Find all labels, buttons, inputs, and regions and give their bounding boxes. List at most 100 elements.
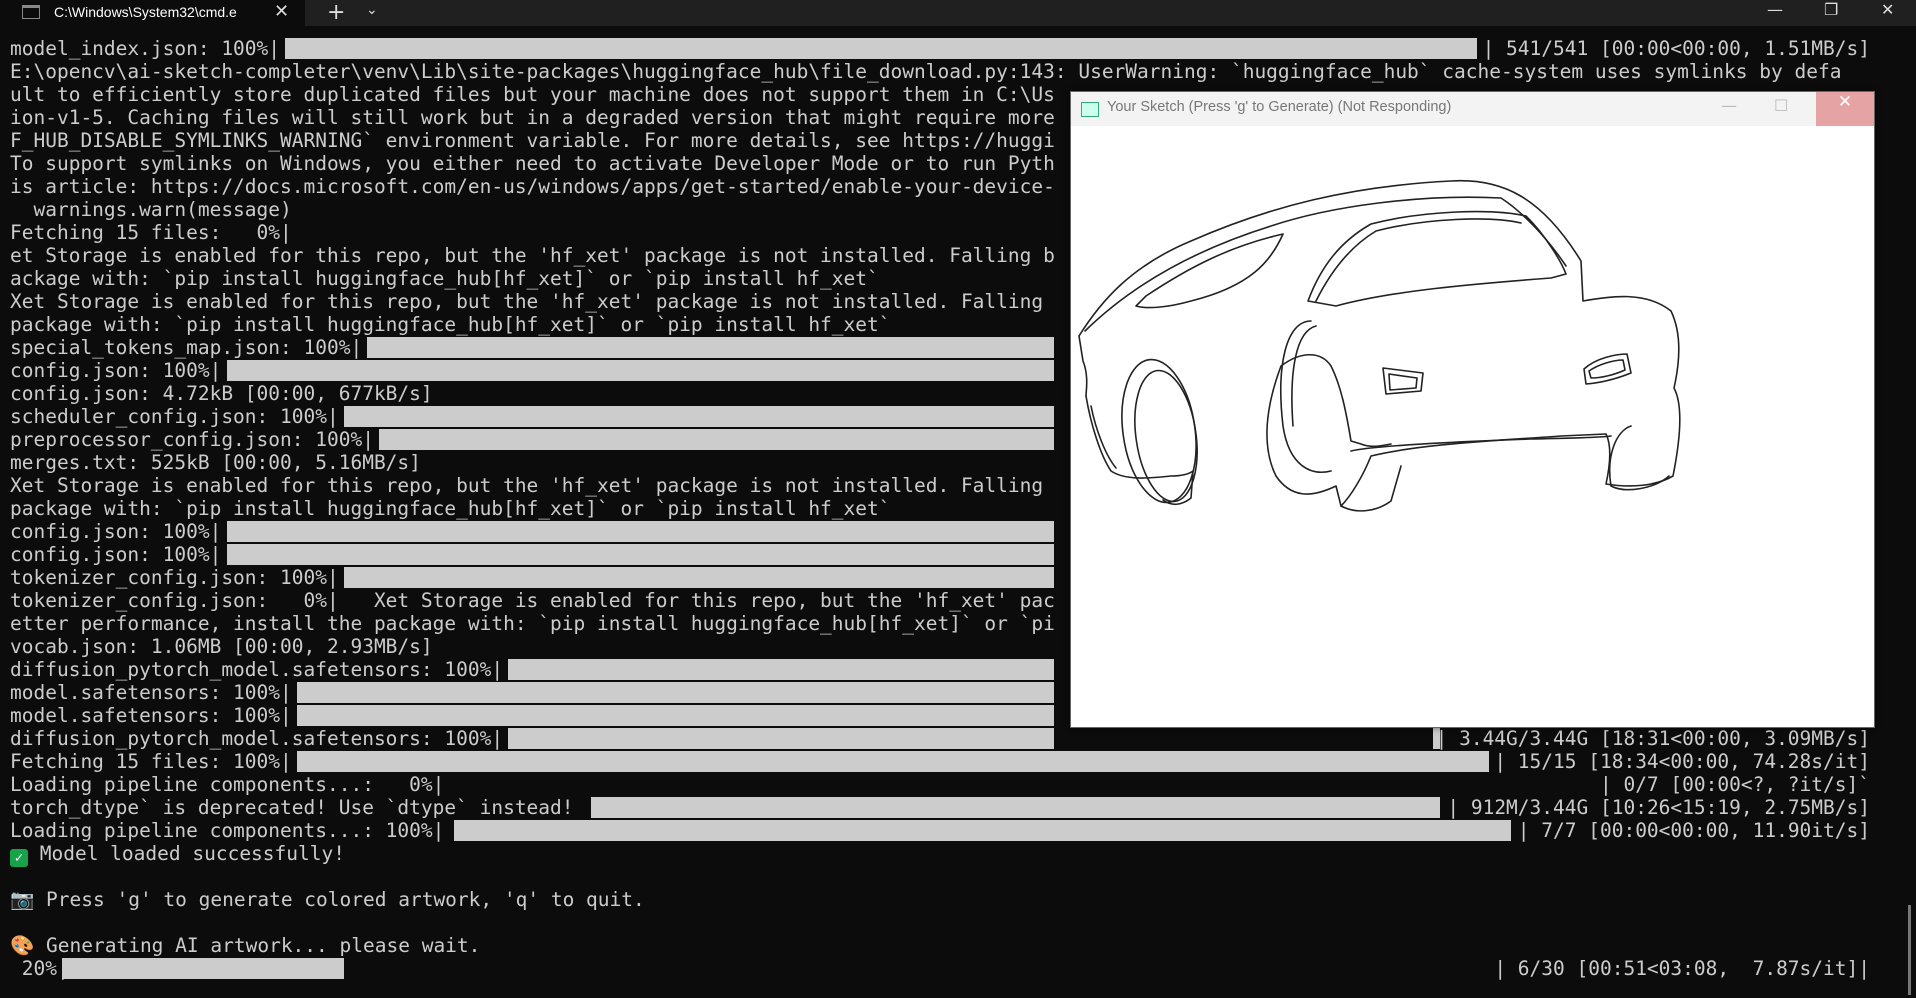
terminal-line-text: Xet Storage is enabled for this repo, bu… (10, 290, 1055, 313)
progress-stats: | 0/7 [00:00<?, ?it/s]` (1599, 773, 1870, 796)
terminal-line-text: F_HUB_DISABLE_SYMLINKS_WARNING` environm… (10, 129, 1055, 152)
terminal-line-text: ion-v1-5. Caching files will still work … (10, 106, 1055, 129)
progress-bar (285, 38, 1478, 59)
car-side-window (1307, 210, 1567, 307)
terminal-line-text: Xet Storage is enabled for this repo, bu… (10, 474, 1055, 497)
progress-stats: | 6/30 [00:51<03:08, 7.87s/it]| (1494, 957, 1870, 980)
sketch-maximize-button[interactable]: ☐ (1774, 96, 1788, 115)
terminal-line-text: config.json: 100%| (10, 520, 222, 543)
terminal-line: 🎨 Generating AI artwork... please wait. (10, 934, 1910, 957)
terminal-line-text: tokenizer_config.json: 0%| Xet Storage i… (10, 589, 1055, 612)
progress-stats: | 7/7 [00:00<00:00, 11.90it/s] (1517, 819, 1870, 842)
progress-bar (297, 705, 1054, 726)
progress-bar (297, 751, 1490, 772)
sketch-canvas[interactable] (1071, 126, 1874, 726)
terminal-line-text: Loading pipeline components...: 0%| (10, 773, 445, 796)
new-tab-button[interactable]: + (327, 0, 345, 25)
terminal-line-text: Fetching 15 files: 0%| (10, 221, 292, 244)
progress-bar (758, 797, 1441, 818)
progress-bar (226, 544, 1054, 565)
scrollbar-thumb[interactable] (1908, 905, 1911, 995)
progress-bar (590, 797, 759, 818)
progress-bar (62, 958, 345, 979)
car-rear-wheel (1280, 320, 1332, 473)
terminal-line-text: E:\opencv\ai-sketch-completer\venv\Lib\s… (10, 60, 1842, 83)
sketch-window-title: Your Sketch (Press 'g' to Generate) (Not… (1107, 99, 1452, 115)
terminal-line-text: To support symlinks on Windows, you eith… (10, 152, 1055, 175)
progress-stats: | 15/15 [18:34<00:00, 74.28s/it] (1494, 750, 1870, 773)
progress-bar (344, 406, 1054, 427)
terminal-line: model_index.json: 100%| | 541/541 [00:00<… (10, 37, 1910, 60)
terminal-line-text: config.json: 100%| (10, 359, 222, 382)
terminal-line: Loading pipeline components...: 100%| | 7… (10, 819, 1910, 842)
terminal-line-text: model.safetensors: 100%| (10, 681, 292, 704)
progress-bar (344, 567, 1054, 588)
cmd-icon (22, 5, 40, 19)
terminal-line: torch_dtype` is deprecated! Use `dtype` … (10, 796, 1910, 819)
chevron-down-icon[interactable]: ⌄ (366, 2, 378, 18)
progress-bar (367, 337, 1054, 358)
car-front-window (1135, 233, 1284, 309)
terminal-line: diffusion_pytorch_model.safetensors: 100… (10, 727, 1910, 750)
minimize-button[interactable]: — (1767, 0, 1783, 19)
camera-icon: 📷 (10, 888, 35, 911)
terminal-line-text: config.json: 4.72kB [00:00, 677kB/s] (10, 382, 433, 405)
car-left-wheel-lines (1085, 395, 1194, 479)
window-titlebar: C:\Windows\System32\cmd.e ✕ + ⌄ — ❐ ✕ (0, 0, 1916, 26)
progress-stats: | 912M/3.44G [10:26<15:19, 2.75MB/s] (1447, 796, 1870, 819)
sketch-close-button[interactable]: ✕ (1816, 92, 1874, 126)
terminal-line-text: 20%| (10, 957, 69, 980)
terminal-line-text: Model loaded successfully! (28, 842, 345, 865)
terminal-line: Loading pipeline components...: 0%| | 0/7… (10, 773, 1910, 796)
sketch-window-titlebar: Your Sketch (Press 'g' to Generate) (Not… (1071, 92, 1874, 126)
sketch-minimize-button[interactable]: — (1721, 96, 1737, 115)
terminal-line-text: etter performance, install the package w… (10, 612, 1055, 635)
terminal-line-text: et Storage is enabled for this repo, but… (10, 244, 1055, 267)
sketch-window[interactable]: Your Sketch (Press 'g' to Generate) (Not… (1070, 91, 1875, 728)
terminal-line-text: preprocessor_config.json: 100%| (10, 428, 374, 451)
terminal-line-text: Fetching 15 files: 100%| (10, 750, 292, 773)
close-tab-icon[interactable]: ✕ (274, 1, 289, 22)
terminal-line-text: package with: `pip install huggingface_h… (10, 497, 891, 520)
progress-bar (508, 728, 1054, 749)
progress-bar (297, 682, 1054, 703)
progress-bar (226, 521, 1054, 542)
terminal-line-text: warnings.warn(message) (10, 198, 292, 221)
terminal-line-text: is article: https://docs.microsoft.com/e… (10, 175, 1055, 198)
terminal-line-text: Loading pipeline components...: 100%| (10, 819, 445, 842)
terminal-line-text: model.safetensors: 100%| (10, 704, 292, 727)
terminal-line-text: package with: `pip install huggingface_h… (10, 313, 891, 336)
terminal-tab[interactable]: C:\Windows\System32\cmd.e ✕ (0, 0, 305, 26)
progress-bar (379, 429, 1054, 450)
app-icon (1081, 102, 1099, 117)
terminal-line-text: diffusion_pytorch_model.safetensors: 100… (10, 658, 504, 681)
progress-stats: | 541/541 [00:00<00:00, 1.51MB/s] (1482, 37, 1870, 60)
terminal-line: 20%| | 6/30 [00:51<03:08, 7.87s/it]| (10, 957, 1910, 980)
terminal-line: Fetching 15 files: 100%| | 15/15 [18:34<0… (10, 750, 1910, 773)
close-window-button[interactable]: ✕ (1881, 0, 1894, 19)
terminal-line-text: Press 'g' to generate colored artwork, '… (34, 888, 645, 911)
terminal-line-text: config.json: 100%| (10, 543, 222, 566)
progress-stats: | 3.44G/3.44G [18:31<00:00, 3.09MB/s] (1435, 727, 1870, 750)
terminal-line-text: special_tokens_map.json: 100%| (10, 336, 363, 359)
maximize-button[interactable]: ❐ (1824, 0, 1838, 19)
progress-bar (226, 360, 1054, 381)
terminal-line-text: model_index.json: 100%| (10, 37, 281, 60)
terminal-line: ✓ Model loaded successfully! (10, 842, 1910, 867)
terminal-line-text: ult to efficiently store duplicated file… (10, 83, 1055, 106)
terminal-line: E:\opencv\ai-sketch-completer\venv\Lib\s… (10, 60, 1910, 83)
terminal-line: 📷 Press 'g' to generate colored artwork,… (10, 888, 1910, 911)
terminal-line-text: diffusion_pytorch_model.safetensors: 100… (10, 727, 504, 750)
progress-bar (453, 820, 1511, 841)
tab-title: C:\Windows\System32\cmd.e (54, 4, 237, 20)
terminal-line-text: scheduler_config.json: 100%| (10, 405, 339, 428)
terminal-line-text: torch_dtype` is deprecated! Use `dtype` … (10, 796, 574, 819)
terminal-line-text: ackage with: `pip install huggingface_hu… (10, 267, 879, 290)
progress-bar (508, 659, 1054, 680)
car-roof-line (1084, 196, 1567, 332)
terminal-line-text: vocab.json: 1.06MB [00:00, 2.93MB/s] (10, 635, 433, 658)
terminal-line-text: Generating AI artwork... please wait. (34, 934, 481, 957)
terminal-line-text: tokenizer_config.json: 100%| (10, 566, 339, 589)
